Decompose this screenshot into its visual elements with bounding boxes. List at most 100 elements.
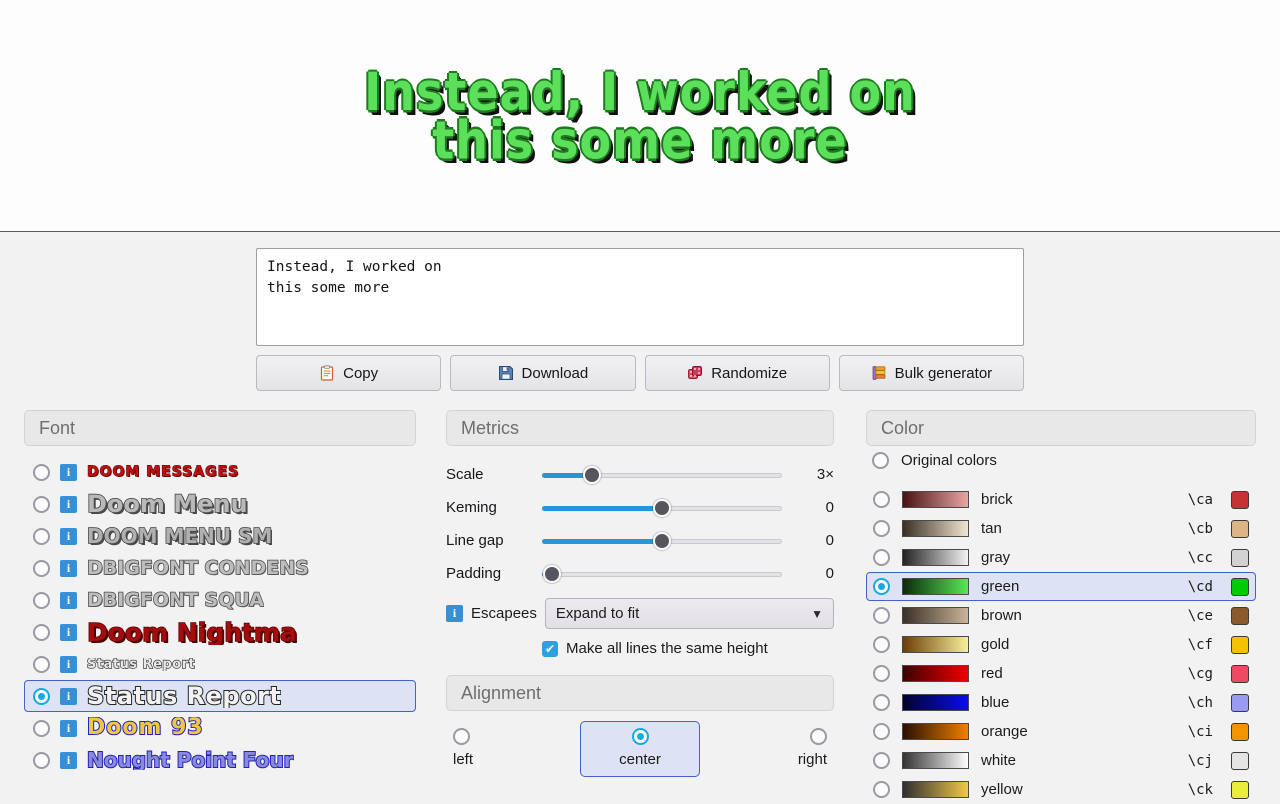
metric-row: Scale 3× — [446, 458, 834, 491]
info-icon[interactable]: i — [60, 559, 77, 577]
radio-icon[interactable] — [33, 591, 50, 609]
color-list-item[interactable]: gold \cf — [866, 630, 1256, 659]
slider-thumb[interactable] — [653, 498, 671, 517]
same-height-checkbox[interactable]: ✔ — [542, 640, 558, 657]
download-button[interactable]: Download — [450, 355, 636, 391]
font-list-item[interactable]: i Doom Menu — [24, 488, 416, 520]
color-list-item[interactable]: blue \ch — [866, 688, 1256, 717]
color-escape-code: \cd — [1187, 578, 1213, 595]
color-ramp — [902, 578, 969, 595]
alignment-option-right[interactable]: right — [758, 721, 828, 777]
color-list-item[interactable]: gray \cc — [866, 543, 1256, 572]
font-list-item[interactable]: i DOOM MESSAGES — [24, 456, 416, 488]
info-icon[interactable]: i — [60, 687, 77, 705]
font-list-item[interactable]: i Doom Nightma — [24, 616, 416, 648]
metric-slider[interactable] — [542, 564, 782, 583]
color-list-item[interactable]: brick \ca — [866, 485, 1256, 514]
info-icon[interactable]: i — [60, 463, 77, 481]
bulk-generator-button[interactable]: Bulk generator — [838, 355, 1024, 391]
radio-icon[interactable] — [33, 527, 50, 545]
radio-icon[interactable] — [873, 752, 890, 769]
metric-label: Line gap — [446, 532, 504, 549]
info-icon[interactable]: i — [60, 495, 77, 513]
font-sample-label: Doom Nightma — [87, 619, 297, 645]
escapees-select[interactable]: Expand to fit ▼ — [544, 598, 834, 629]
alignment-option-center[interactable]: center — [580, 721, 700, 777]
info-icon[interactable]: i — [60, 591, 77, 609]
font-panel: Font i DOOM MESSAGES i Doom Menu i DOOM MENU … — [24, 410, 416, 776]
color-name-label: blue — [981, 694, 1010, 711]
slider-thumb[interactable] — [543, 564, 561, 583]
font-list-item[interactable]: i DOOM MENU SM — [24, 520, 416, 552]
radio-icon[interactable] — [873, 578, 890, 595]
slider-thumb[interactable] — [583, 465, 601, 484]
font-list-item[interactable]: i DBIGFONT SQUA — [24, 584, 416, 616]
color-name-label: yellow — [981, 781, 1023, 798]
color-ramp — [902, 491, 969, 508]
info-icon[interactable]: i — [446, 605, 463, 622]
color-escape-code: \ce — [1187, 607, 1213, 624]
radio-icon[interactable] — [873, 636, 890, 653]
color-escape-code: \cg — [1187, 665, 1213, 682]
font-list-item[interactable]: i DBIGFONT CONDENS — [24, 552, 416, 584]
font-list-item[interactable]: i Doom 93 — [24, 712, 416, 744]
color-list-item[interactable]: red \cg — [866, 659, 1256, 688]
info-icon[interactable]: i — [60, 527, 77, 545]
radio-icon[interactable] — [33, 655, 50, 673]
radio-icon[interactable] — [873, 520, 890, 537]
radio-icon[interactable] — [872, 452, 889, 469]
color-name-label: green — [981, 578, 1020, 595]
color-name-label: red — [981, 665, 1003, 682]
text-input[interactable] — [256, 248, 1024, 346]
same-height-row: ✔ Make all lines the same height — [446, 640, 834, 657]
color-list-item[interactable]: brown \ce — [866, 601, 1256, 630]
info-icon[interactable]: i — [60, 623, 77, 641]
radio-icon[interactable] — [33, 463, 50, 481]
color-name-label: white — [981, 752, 1017, 769]
color-list-item[interactable]: green \cd — [866, 572, 1256, 601]
info-icon[interactable]: i — [60, 719, 77, 737]
radio-icon[interactable] — [33, 687, 50, 705]
color-escape-code: \ck — [1187, 781, 1213, 798]
metric-slider[interactable] — [542, 465, 782, 484]
metric-slider[interactable] — [542, 498, 782, 517]
color-chip — [1231, 693, 1249, 712]
color-list-item[interactable]: orange \ci — [866, 717, 1256, 746]
alignment-option-left[interactable]: left — [452, 721, 522, 777]
preview-area: Instead, I worked on this some more — [0, 0, 1280, 232]
radio-icon[interactable] — [873, 607, 890, 624]
radio-icon[interactable] — [33, 751, 50, 769]
radio-icon[interactable] — [873, 549, 890, 566]
radio-icon[interactable] — [33, 559, 50, 577]
font-list-item[interactable]: i Nought Point Four — [24, 744, 416, 776]
metric-row: Padding 0 — [446, 557, 834, 590]
radio-icon[interactable] — [873, 723, 890, 740]
metric-slider[interactable] — [542, 531, 782, 550]
info-icon[interactable]: i — [60, 751, 77, 769]
radio-icon[interactable] — [453, 728, 470, 745]
radio-icon[interactable] — [873, 491, 890, 508]
info-icon[interactable]: i — [60, 655, 77, 673]
color-name-label: tan — [981, 520, 1002, 537]
radio-icon[interactable] — [810, 728, 827, 745]
color-panel: Color Original colors brick \ca tan \cb gray… — [866, 410, 1256, 804]
slider-thumb[interactable] — [653, 531, 671, 550]
radio-icon[interactable] — [33, 719, 50, 737]
alignment-option-label: left — [453, 751, 474, 768]
radio-icon[interactable] — [631, 728, 649, 745]
radio-icon[interactable] — [873, 694, 890, 711]
font-list-item[interactable]: i Status Report — [24, 680, 416, 712]
radio-icon[interactable] — [33, 623, 50, 641]
copy-button[interactable]: Copy — [256, 355, 442, 391]
color-ramp — [902, 752, 969, 769]
metric-value: 0 — [825, 499, 834, 516]
randomize-button[interactable]: Randomize — [644, 355, 830, 391]
radio-icon[interactable] — [873, 781, 890, 798]
font-list-item[interactable]: i Status Report — [24, 648, 416, 680]
radio-icon[interactable] — [33, 495, 50, 513]
color-list-item[interactable]: white \cj — [866, 746, 1256, 775]
color-list-item[interactable]: tan \cb — [866, 514, 1256, 543]
color-option-original[interactable]: Original colors — [866, 446, 1256, 475]
radio-icon[interactable] — [873, 665, 890, 682]
color-ramp — [902, 636, 969, 653]
